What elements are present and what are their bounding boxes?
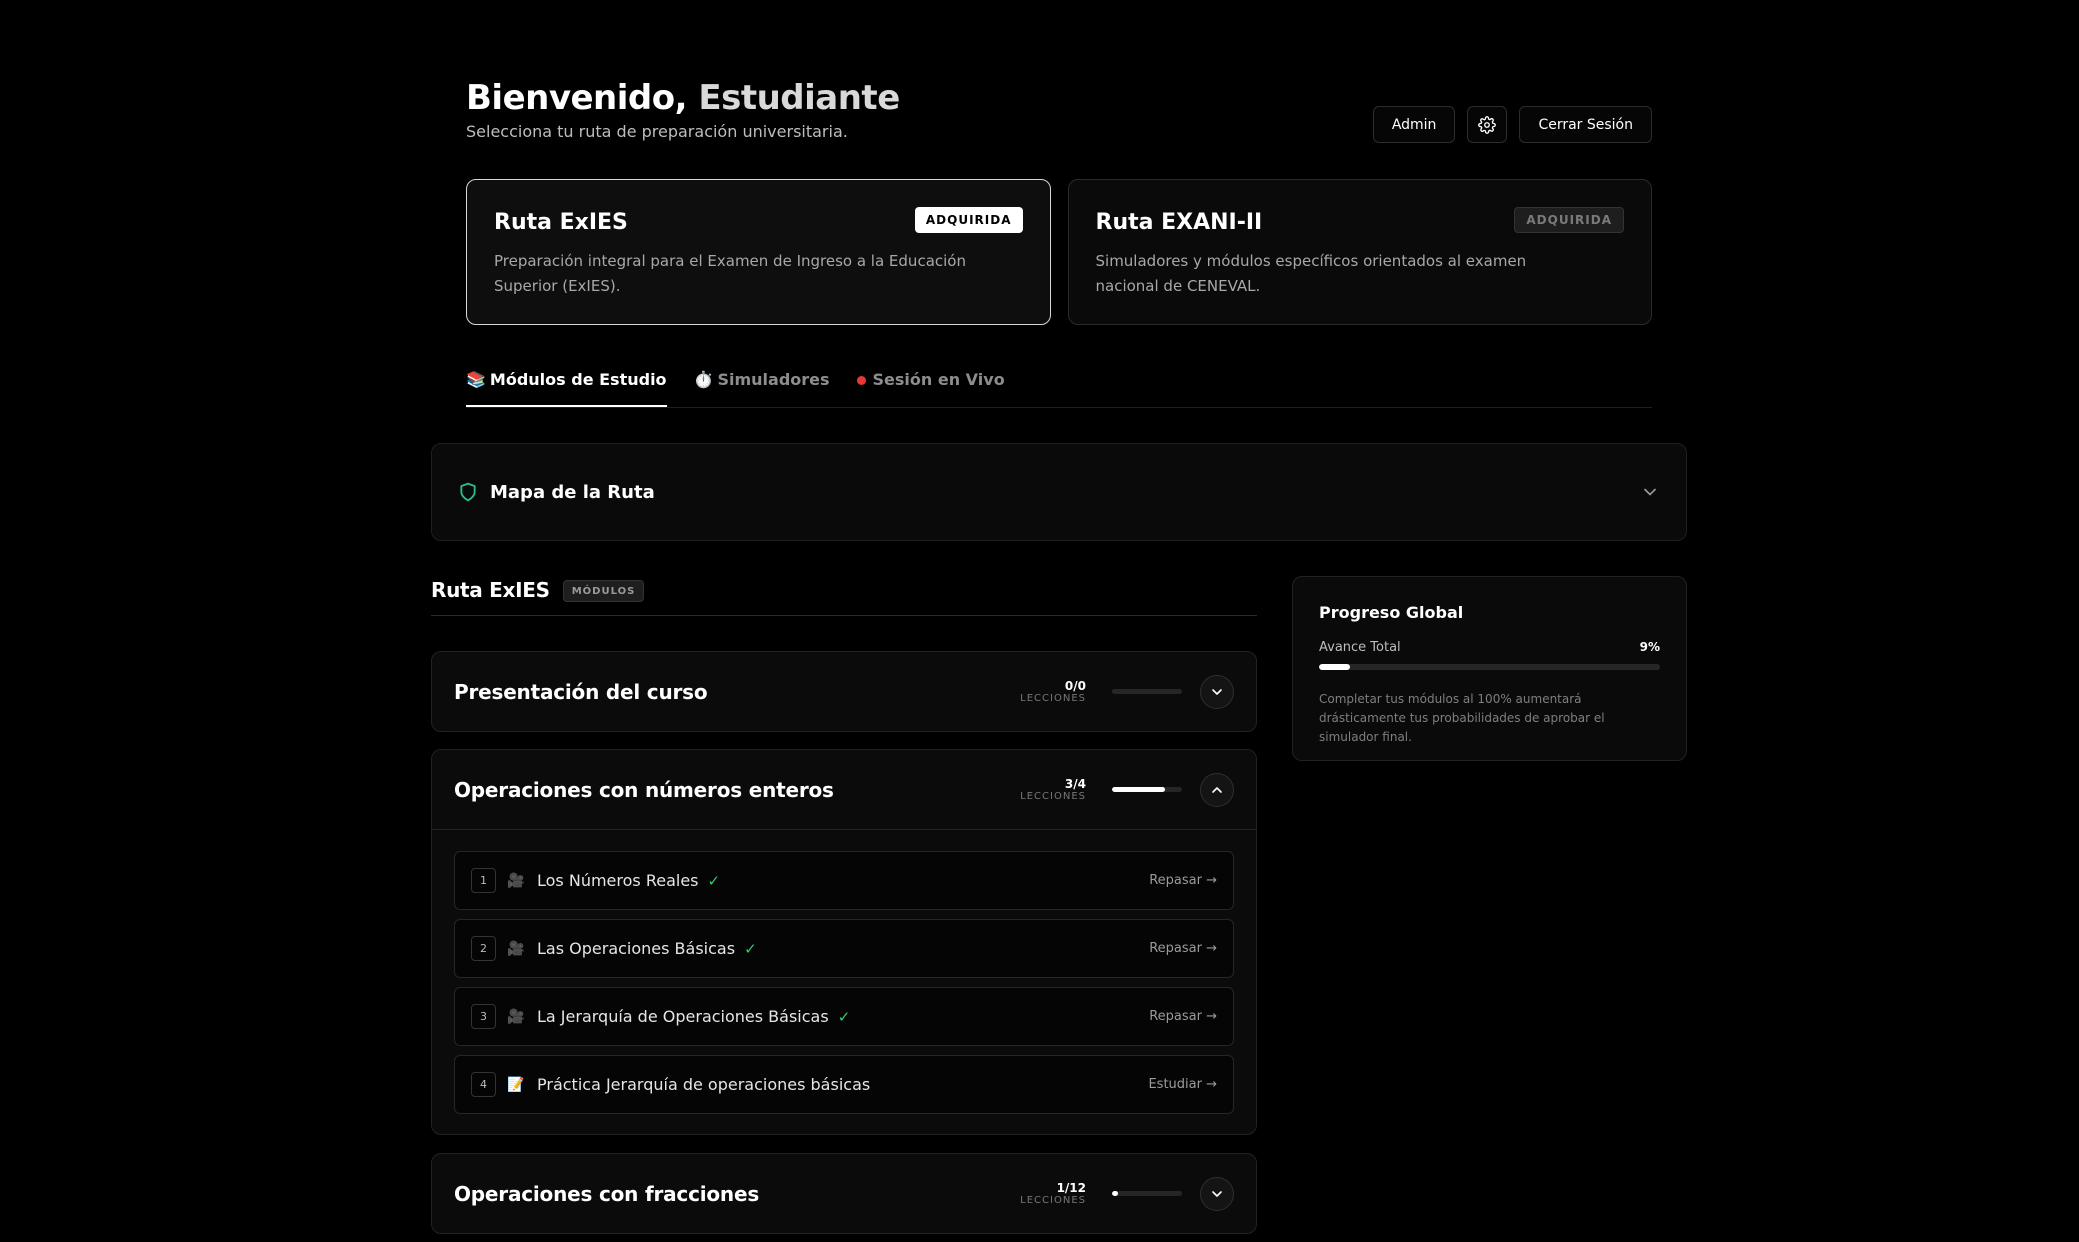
- module-title: Operaciones con números enteros: [454, 777, 834, 802]
- lessons-count: 0/0 LECCIONES: [1020, 679, 1086, 704]
- module-header[interactable]: Presentación del curso 0/0 LECCIONES: [432, 652, 1256, 731]
- global-progress-fill: [1319, 664, 1350, 670]
- chevron-down-icon: [1212, 688, 1222, 695]
- tab-label: Simuladores: [717, 370, 830, 389]
- header: Bienvenido, Estudiante Selecciona tu rut…: [466, 76, 1652, 156]
- lesson-title: Práctica Jerarquía de operaciones básica…: [537, 1075, 871, 1094]
- expand-button[interactable]: [1200, 1176, 1234, 1211]
- lessons-count: 1/12 LECCIONES: [1020, 1181, 1086, 1206]
- module-progress-fill: [1112, 1191, 1118, 1196]
- module-course-intro: Presentación del curso 0/0 LECCIONES: [431, 651, 1257, 732]
- collapse-button[interactable]: [1200, 772, 1234, 807]
- video-camera-icon: 🎥: [507, 940, 525, 957]
- route-description: Preparación integral para el Examen de I…: [494, 252, 966, 295]
- lesson-number: 1: [471, 868, 496, 893]
- module-progress-fill: [1112, 787, 1165, 792]
- gear-icon: [1478, 115, 1497, 134]
- chevron-down-icon: [1212, 1190, 1222, 1197]
- global-progress-row: Avance Total 9%: [1319, 640, 1660, 655]
- lessons-count-label: LECCIONES: [1020, 1195, 1086, 1206]
- video-camera-icon: 🎥: [507, 1008, 525, 1025]
- module-progress-bar: [1112, 689, 1182, 694]
- lesson-item[interactable]: 4 📝 Práctica Jerarquía de operaciones bá…: [454, 1055, 1234, 1114]
- lesson-number: 4: [471, 1072, 496, 1097]
- section-tag: MÓDULOS: [562, 580, 645, 602]
- global-progress-title: Progreso Global: [1319, 603, 1464, 622]
- video-camera-icon: 🎥: [507, 872, 525, 889]
- live-dot-icon: [856, 376, 866, 385]
- route-description: Simuladores y módulos específicos orient…: [1095, 252, 1527, 295]
- module-progress-bar: [1112, 787, 1182, 792]
- expand-button[interactable]: [1200, 674, 1234, 709]
- review-link[interactable]: Repasar →: [1149, 941, 1217, 956]
- chevron-down-icon[interactable]: [1640, 482, 1660, 502]
- check-icon: ✓: [744, 939, 757, 958]
- books-icon: 📚: [466, 370, 486, 389]
- tab-label: Sesión en Vivo: [872, 370, 1005, 389]
- lesson-list: 1 🎥 Los Números Reales ✓ Repasar → 2 🎥 L…: [432, 829, 1256, 1134]
- global-progress-bar: [1319, 664, 1660, 670]
- module-title: Presentación del curso: [454, 679, 708, 704]
- check-icon: ✓: [707, 871, 721, 890]
- shield-icon: [460, 482, 476, 502]
- tab-label: Módulos de Estudio: [489, 370, 667, 389]
- map-title: Mapa de la Ruta: [490, 481, 655, 503]
- check-icon: ✓: [837, 1007, 851, 1026]
- memo-icon: 📝: [507, 1076, 525, 1093]
- global-progress-label: Avance Total: [1319, 640, 1401, 655]
- user-name: Estudiante: [698, 78, 900, 118]
- global-progress-card: Progreso Global Avance Total 9% Completa…: [1292, 576, 1687, 761]
- route-card-exies[interactable]: Ruta ExIES Preparación integral para el …: [466, 179, 1051, 325]
- lessons-count-value: 0/0: [1064, 679, 1086, 693]
- lessons-count-label: LECCIONES: [1020, 693, 1086, 704]
- greeting: Bienvenido,: [466, 78, 688, 118]
- lesson-item[interactable]: 3 🎥 La Jerarquía de Operaciones Básicas …: [454, 987, 1234, 1046]
- admin-button[interactable]: Admin: [1372, 106, 1456, 143]
- lessons-count-value: 3/4: [1064, 777, 1086, 791]
- module-header[interactable]: Operaciones con fracciones 1/12 LECCIONE…: [432, 1154, 1256, 1233]
- header-actions: Admin Cerrar Sesión: [1372, 106, 1652, 143]
- settings-button[interactable]: [1467, 106, 1508, 143]
- section-header: Ruta ExIES MÓDULOS: [431, 578, 1257, 616]
- section-title: Ruta ExIES: [431, 578, 550, 602]
- lesson-title: Los Números Reales: [537, 871, 699, 890]
- global-progress-note: Completar tus módulos al 100% aumentará …: [1319, 692, 1605, 744]
- lesson-title: La Jerarquía de Operaciones Básicas: [537, 1007, 829, 1026]
- review-link[interactable]: Repasar →: [1149, 873, 1217, 888]
- tab-study-modules[interactable]: 📚 Módulos de Estudio: [466, 364, 667, 407]
- stopwatch-icon: ⏱️: [693, 370, 714, 389]
- acquired-badge: ADQUIRIDA: [914, 207, 1023, 233]
- route-card-exani[interactable]: Ruta EXANI-II Simuladores y módulos espe…: [1067, 179, 1652, 325]
- module-header[interactable]: Operaciones con números enteros 3/4 LECC…: [432, 750, 1256, 829]
- lesson-number: 2: [471, 936, 496, 961]
- route-cards: Ruta ExIES Preparación integral para el …: [466, 179, 1652, 325]
- chevron-up-icon: [1212, 786, 1222, 793]
- lesson-item[interactable]: 2 🎥 Las Operaciones Básicas ✓ Repasar →: [454, 919, 1234, 978]
- tab-bar: 📚 Módulos de Estudio ⏱️ Simuladores Sesi…: [466, 364, 1652, 408]
- module-progress-bar: [1112, 1191, 1182, 1196]
- tab-live-session[interactable]: Sesión en Vivo: [856, 364, 1005, 407]
- dashboard-page: Bienvenido, Estudiante Selecciona tu rut…: [0, 0, 2079, 1242]
- review-link[interactable]: Repasar →: [1149, 1009, 1217, 1024]
- lessons-count: 3/4 LECCIONES: [1020, 777, 1086, 802]
- lesson-item[interactable]: 1 🎥 Los Números Reales ✓ Repasar →: [454, 851, 1234, 910]
- lessons-count-value: 1/12: [1056, 1181, 1086, 1195]
- lesson-title: Las Operaciones Básicas: [537, 939, 736, 958]
- lessons-count-label: LECCIONES: [1020, 791, 1086, 802]
- global-progress-percent: 9%: [1639, 640, 1660, 654]
- module-integers: Operaciones con números enteros 3/4 LECC…: [431, 749, 1257, 1135]
- route-map-panel[interactable]: Mapa de la Ruta: [431, 443, 1687, 541]
- module-title: Operaciones con fracciones: [454, 1181, 760, 1206]
- acquired-badge: ADQUIRIDA: [1514, 207, 1624, 233]
- module-fractions: Operaciones con fracciones 1/12 LECCIONE…: [431, 1153, 1257, 1234]
- lesson-number: 3: [471, 1004, 496, 1029]
- logout-button[interactable]: Cerrar Sesión: [1519, 106, 1652, 143]
- study-link[interactable]: Estudiar →: [1148, 1077, 1217, 1092]
- tab-simulators[interactable]: ⏱️ Simuladores: [694, 364, 830, 407]
